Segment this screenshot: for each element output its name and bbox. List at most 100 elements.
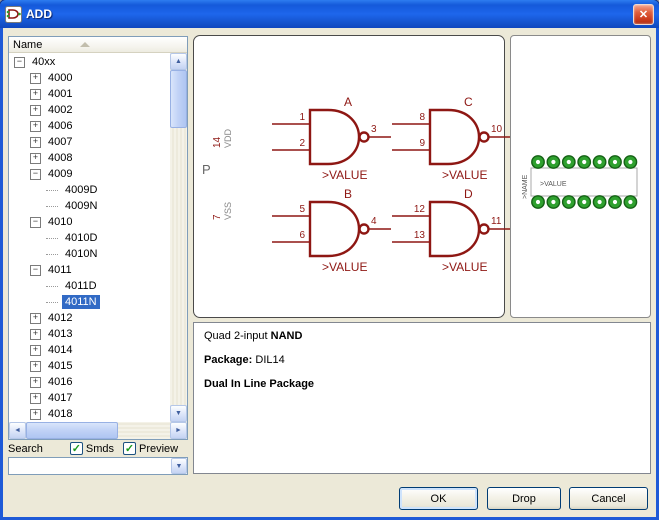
- tree-item-label[interactable]: 4000: [45, 71, 75, 85]
- scroll-right-icon[interactable]: ►: [170, 422, 187, 439]
- expand-icon[interactable]: +: [30, 73, 41, 84]
- tree-connector: [46, 286, 58, 287]
- tree-item-label[interactable]: 4011: [45, 263, 75, 277]
- tree-item-label[interactable]: 4017: [45, 391, 75, 405]
- tree-item-4011N[interactable]: 4011N: [12, 294, 170, 310]
- tree-item-4011[interactable]: −4011: [12, 262, 170, 278]
- tree-item-label[interactable]: 4010: [45, 215, 75, 229]
- cancel-button[interactable]: Cancel: [569, 487, 648, 510]
- combo-dropdown-icon[interactable]: ▼: [171, 458, 187, 474]
- tree-connector: [46, 302, 58, 303]
- collapse-icon[interactable]: −: [30, 265, 41, 276]
- tree-item-label[interactable]: 4016: [45, 375, 75, 389]
- tree-item-4016[interactable]: +4016: [12, 374, 170, 390]
- tree-column-header-name[interactable]: Name: [9, 37, 187, 53]
- expand-icon[interactable]: +: [30, 89, 41, 100]
- tree-item-label[interactable]: 4007: [45, 135, 75, 149]
- tree-item-4014[interactable]: +4014: [12, 342, 170, 358]
- expand-icon[interactable]: +: [30, 361, 41, 372]
- expand-icon[interactable]: +: [30, 377, 41, 388]
- expand-icon[interactable]: +: [30, 345, 41, 356]
- scroll-down-icon[interactable]: ▼: [170, 405, 187, 422]
- tree-item-label[interactable]: 4015: [45, 359, 75, 373]
- tree-horizontal-scrollbar[interactable]: ◄ ►: [9, 422, 187, 439]
- tree-item-label[interactable]: 4010N: [62, 247, 100, 261]
- svg-text:>NAME: >NAME: [522, 174, 529, 199]
- expand-icon[interactable]: +: [30, 393, 41, 404]
- tree-item-label[interactable]: 4002: [45, 103, 75, 117]
- tree-item-4010D[interactable]: 4010D: [12, 230, 170, 246]
- tree-indent: [12, 238, 46, 239]
- collapse-icon[interactable]: −: [30, 217, 41, 228]
- vertical-scroll-track[interactable]: [170, 70, 187, 405]
- tree-indent: [12, 286, 46, 287]
- tree-indent: [12, 78, 30, 79]
- scroll-up-icon[interactable]: ▲: [170, 53, 187, 70]
- tree-item-label[interactable]: 4014: [45, 343, 75, 357]
- svg-text:2: 2: [299, 138, 305, 149]
- expand-icon[interactable]: +: [30, 329, 41, 340]
- tree-item-label[interactable]: 4012: [45, 311, 75, 325]
- tree-item-4018[interactable]: +4018: [12, 406, 170, 422]
- drop-button[interactable]: Drop: [487, 487, 561, 510]
- tree-item-4006[interactable]: +4006: [12, 118, 170, 134]
- library-tree-panel: Name −40xx+4000+4001+4002+4006+4007+4008…: [8, 36, 188, 440]
- horizontal-scroll-thumb[interactable]: [26, 422, 118, 439]
- close-button[interactable]: ✕: [633, 4, 654, 25]
- ok-button[interactable]: OK: [399, 487, 478, 510]
- horizontal-scroll-track[interactable]: [26, 422, 170, 439]
- tree-item-label[interactable]: 4011N: [62, 295, 100, 309]
- tree-item-label[interactable]: 40xx: [29, 55, 58, 69]
- tree-item-4013[interactable]: +4013: [12, 326, 170, 342]
- expand-icon[interactable]: +: [30, 121, 41, 132]
- search-input[interactable]: [9, 458, 171, 474]
- collapse-icon[interactable]: −: [30, 169, 41, 180]
- titlebar: ADD ✕: [0, 0, 659, 28]
- smds-checkbox[interactable]: ✓: [70, 442, 83, 455]
- smds-label[interactable]: Smds: [86, 443, 114, 455]
- tree-item-4001[interactable]: +4001: [12, 86, 170, 102]
- tree-item-4009N[interactable]: 4009N: [12, 198, 170, 214]
- tree-item-4007[interactable]: +4007: [12, 134, 170, 150]
- tree-vertical-scrollbar[interactable]: ▲ ▼: [170, 53, 187, 422]
- collapse-icon[interactable]: −: [14, 57, 25, 68]
- tree-indent: [12, 350, 30, 351]
- tree-item-label[interactable]: 4006: [45, 119, 75, 133]
- expand-icon[interactable]: +: [30, 409, 41, 420]
- vertical-scroll-thumb[interactable]: [170, 70, 187, 128]
- tree-item-label[interactable]: 4009D: [62, 183, 100, 197]
- expand-icon[interactable]: +: [30, 153, 41, 164]
- tree-item-label[interactable]: 4013: [45, 327, 75, 341]
- tree-item-label[interactable]: 4018: [45, 407, 75, 421]
- tree-indent: [12, 414, 30, 415]
- tree-item-4011D[interactable]: 4011D: [12, 278, 170, 294]
- search-combo: ▼: [8, 457, 188, 475]
- scroll-left-icon[interactable]: ◄: [9, 422, 26, 439]
- preview-checkbox[interactable]: ✓: [123, 442, 136, 455]
- tree-item-label[interactable]: 4011D: [62, 279, 100, 293]
- tree-item-4000[interactable]: +4000: [12, 70, 170, 86]
- tree-connector: [46, 190, 58, 191]
- svg-text:>VALUE: >VALUE: [322, 168, 367, 182]
- expand-icon[interactable]: +: [30, 105, 41, 116]
- expand-icon[interactable]: +: [30, 313, 41, 324]
- tree-item-4008[interactable]: +4008: [12, 150, 170, 166]
- tree-item-4009D[interactable]: 4009D: [12, 182, 170, 198]
- tree-item-label[interactable]: 4001: [45, 87, 75, 101]
- preview-label[interactable]: Preview: [139, 443, 178, 455]
- tree-indent: [12, 270, 30, 271]
- tree-item-4010N[interactable]: 4010N: [12, 246, 170, 262]
- tree-item-4010[interactable]: −4010: [12, 214, 170, 230]
- tree-item-label[interactable]: 4009: [45, 167, 75, 181]
- tree-item-label[interactable]: 4008: [45, 151, 75, 165]
- tree-item-4012[interactable]: +4012: [12, 310, 170, 326]
- tree-item-4009[interactable]: −4009: [12, 166, 170, 182]
- tree-item-4015[interactable]: +4015: [12, 358, 170, 374]
- expand-icon[interactable]: +: [30, 137, 41, 148]
- tree-item-label[interactable]: 4010D: [62, 231, 100, 245]
- tree-item-4017[interactable]: +4017: [12, 390, 170, 406]
- description-line: Dual In Line Package: [204, 378, 640, 390]
- tree-item-label[interactable]: 4009N: [62, 199, 100, 213]
- tree-item-4002[interactable]: +4002: [12, 102, 170, 118]
- tree-item-40xx[interactable]: −40xx: [12, 54, 170, 70]
